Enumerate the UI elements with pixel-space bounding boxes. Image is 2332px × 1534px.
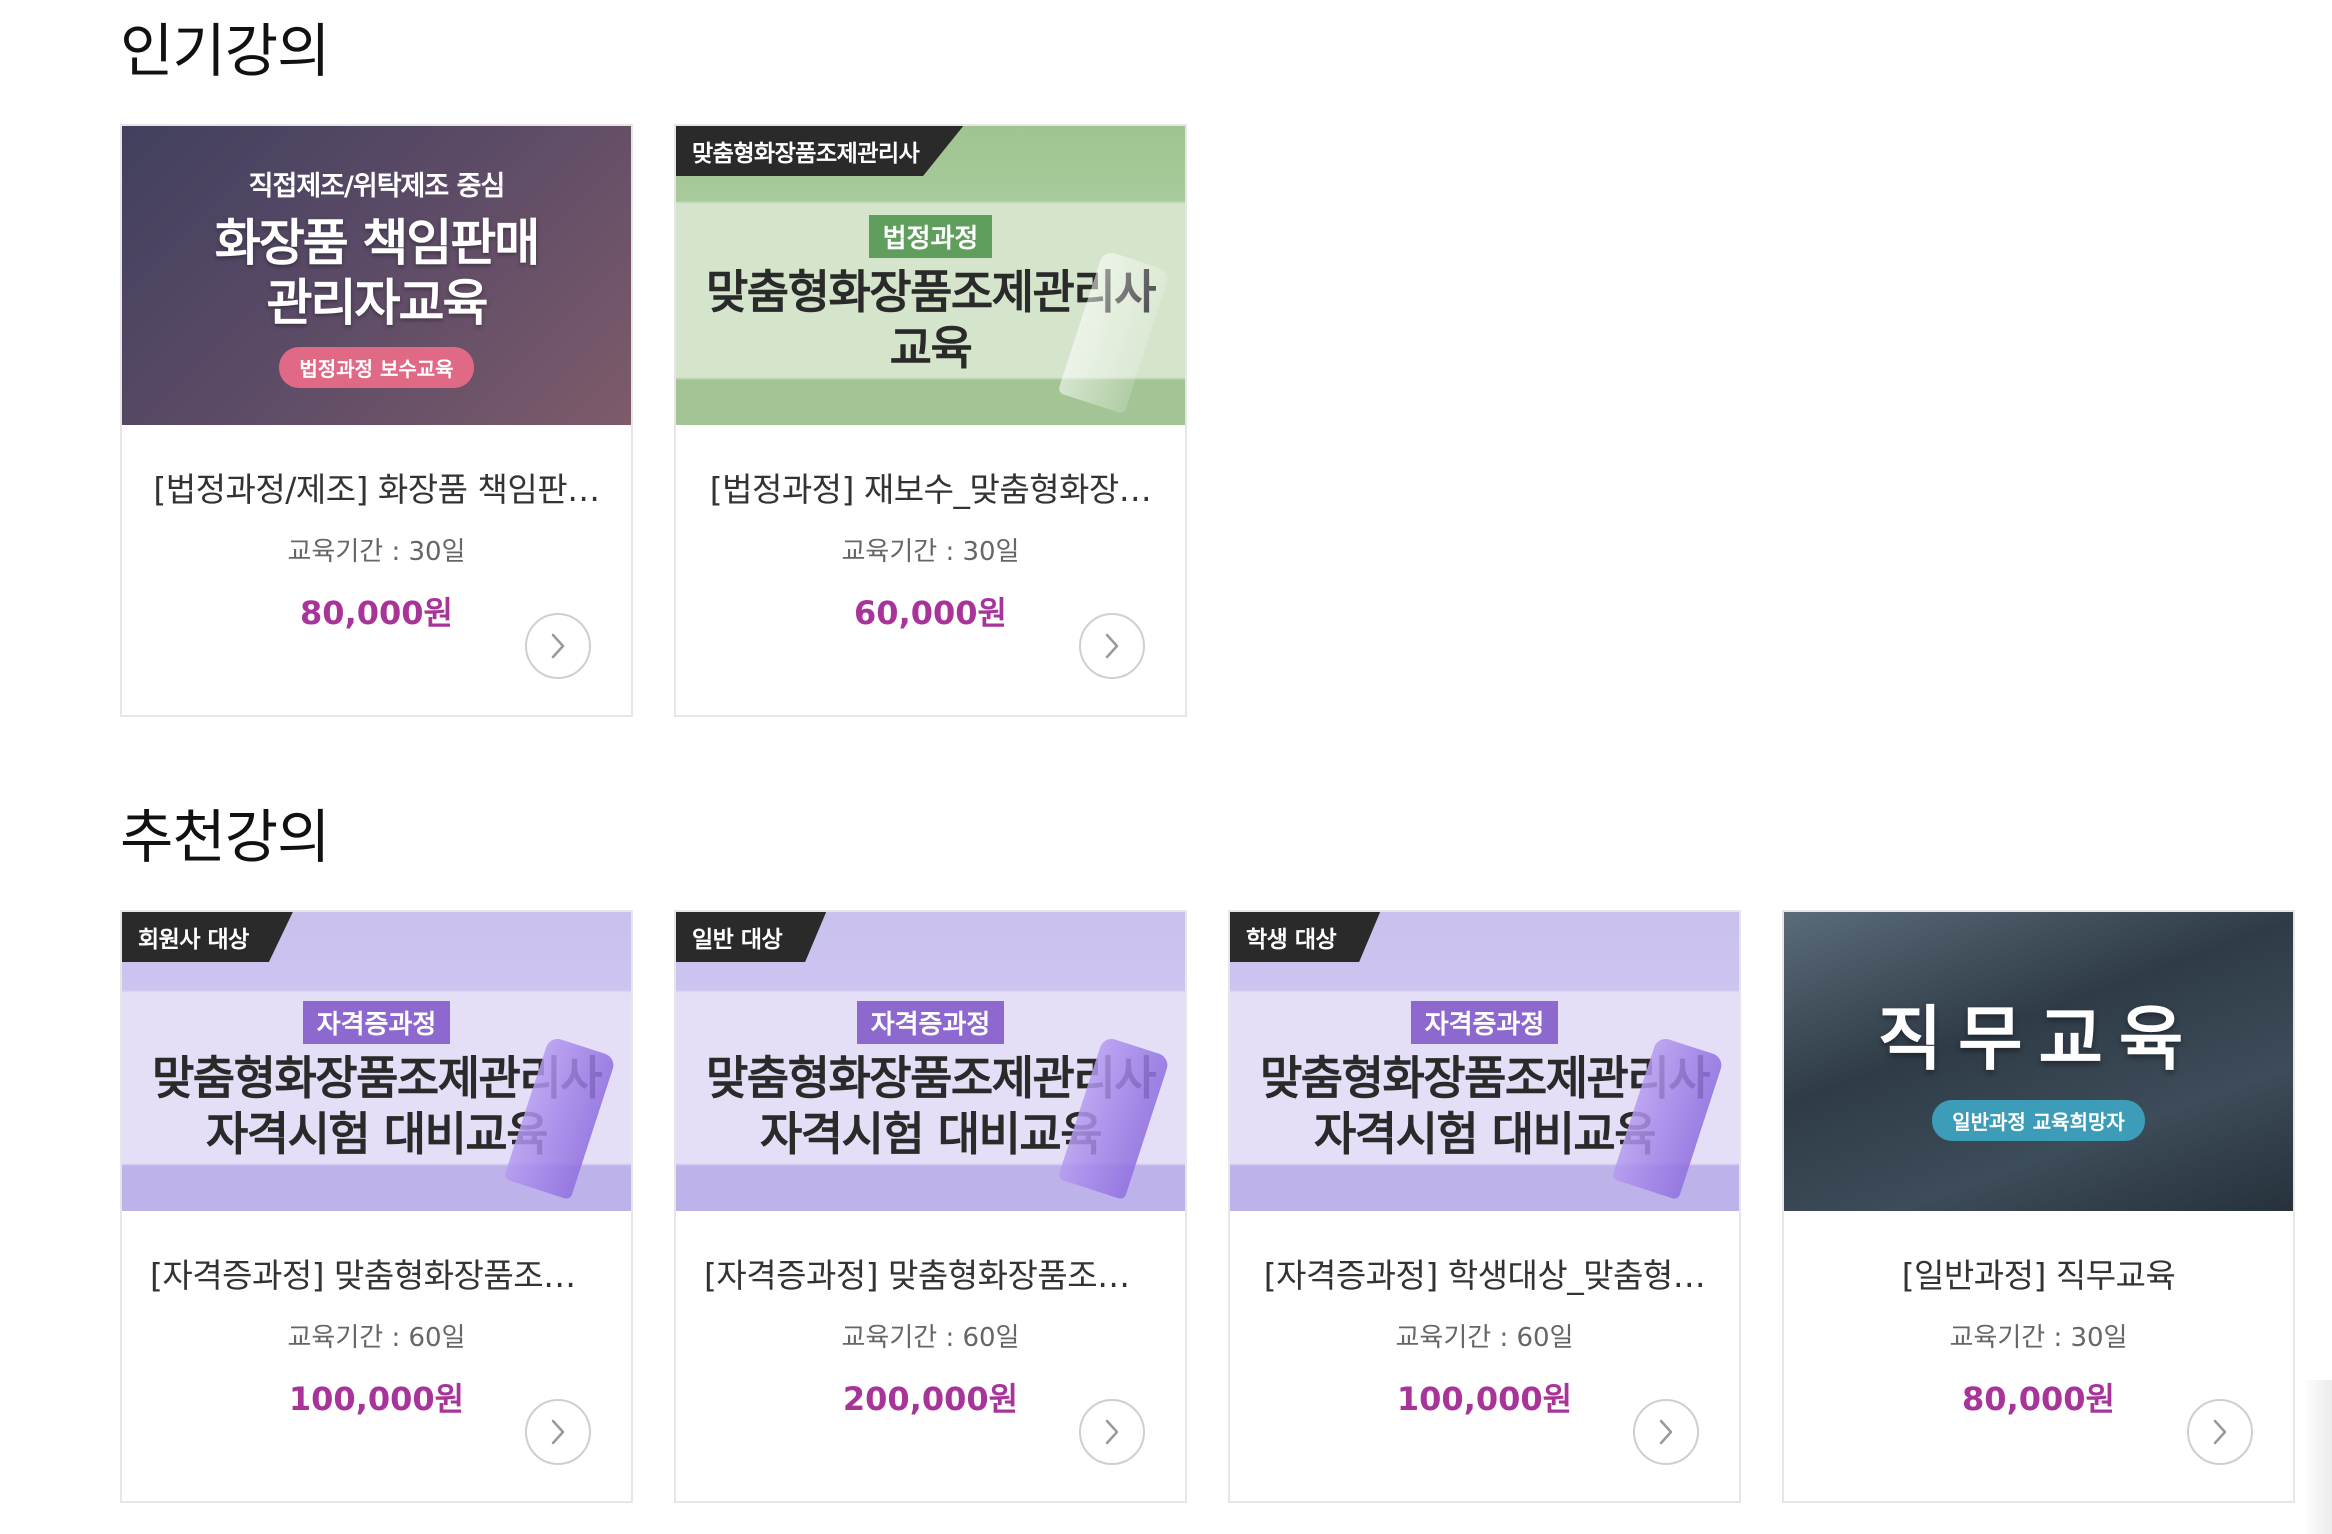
chevron-right-circle-icon (1105, 1419, 1119, 1445)
course-detail-button[interactable] (525, 613, 591, 679)
thumbnail-badge: 일반과정 교육희망자 (1932, 1099, 2145, 1141)
course-card[interactable]: 맞춤형화장품조제관리사 법정과정 맞춤형화장품조제관리사 교육 [법정과정] 재… (674, 124, 1187, 717)
section-title-recommended: 추천강의 (120, 803, 330, 871)
popular-course-grid: 직접제조/위탁제조 중심 화장품 책임판매 관리자교육 법정과정 보수교육 [법… (120, 124, 1187, 717)
course-card[interactable]: 직접제조/위탁제조 중심 화장품 책임판매 관리자교육 법정과정 보수교육 [법… (120, 124, 633, 717)
course-detail-button[interactable] (1079, 613, 1145, 679)
thumbnail-subtitle: 직접제조/위탁제조 중심 (248, 170, 506, 202)
course-detail-button[interactable] (1079, 1399, 1145, 1465)
chevron-right-circle-icon (1105, 633, 1119, 659)
course-detail-button[interactable] (525, 1399, 591, 1465)
chevron-right-circle-icon (551, 1419, 565, 1445)
course-period: 교육기간 : 60일 (841, 1323, 1020, 1353)
course-thumbnail[interactable]: 직접제조/위탁제조 중심 화장품 책임판매 관리자교육 법정과정 보수교육 (122, 126, 631, 425)
thumbnail-title-line1: 직무교육 (1877, 997, 2200, 1080)
thumbnail-title-line2: 자격시험 대비교육 (759, 1107, 1103, 1161)
course-thumbnail[interactable]: 직무교육 일반과정 교육희망자 (1784, 912, 2293, 1211)
thumbnail-title-line1: 화장품 책임판매 (214, 213, 540, 272)
scroll-edge-shadow (2302, 1380, 2332, 1534)
course-thumbnail[interactable]: 맞춤형화장품조제관리사 법정과정 맞춤형화장품조제관리사 교육 (676, 126, 1185, 425)
chevron-right-circle-icon (1659, 1419, 1673, 1445)
thumbnail-tag: 자격증과정 (1410, 1001, 1559, 1044)
course-thumbnail[interactable]: 학생 대상 자격증과정 맞춤형화장품조제관리사 자격시험 대비교육 (1230, 912, 1739, 1211)
thumbnail-corner-label: 회원사 대상 (122, 912, 293, 962)
course-thumbnail[interactable]: 일반 대상 자격증과정 맞춤형화장품조제관리사 자격시험 대비교육 (676, 912, 1185, 1211)
thumbnail-corner-label: 맞춤형화장품조제관리사 (676, 126, 964, 176)
course-period: 교육기간 : 30일 (287, 537, 466, 567)
course-title[interactable]: [자격증과정] 맞춤형화장품조제… (122, 1249, 631, 1297)
course-period: 교육기간 : 30일 (1949, 1323, 2128, 1353)
thumbnail-title-line2: 자격시험 대비교육 (205, 1107, 549, 1161)
thumbnail-tag: 법정과정 (868, 215, 993, 258)
course-period: 교육기간 : 60일 (1395, 1323, 1574, 1353)
course-period: 교육기간 : 60일 (287, 1323, 466, 1353)
recommended-course-grid: 회원사 대상 자격증과정 맞춤형화장품조제관리사 자격시험 대비교육 [자격증과… (120, 910, 2295, 1503)
course-title[interactable]: [자격증과정] 맞춤형화장품조제… (676, 1249, 1185, 1297)
thumbnail-corner-label: 일반 대상 (676, 912, 827, 962)
thumbnail-corner-label: 학생 대상 (1230, 912, 1381, 962)
course-card[interactable]: 일반 대상 자격증과정 맞춤형화장품조제관리사 자격시험 대비교육 [자격증과정… (674, 910, 1187, 1503)
chevron-right-circle-icon (551, 633, 565, 659)
thumbnail-title-line2: 자격시험 대비교육 (1313, 1107, 1657, 1161)
chevron-right-circle-icon (2213, 1419, 2227, 1445)
course-period: 교육기간 : 30일 (841, 537, 1020, 567)
thumbnail-title-line2: 관리자교육 (266, 273, 489, 332)
course-title[interactable]: [일반과정] 직무교육 (1784, 1249, 2293, 1297)
thumbnail-title-line2: 교육 (889, 321, 973, 375)
course-title[interactable]: [법정과정/제조] 화장품 책임판… (122, 463, 631, 511)
thumbnail-tag: 자격증과정 (302, 1001, 451, 1044)
course-thumbnail[interactable]: 회원사 대상 자격증과정 맞춤형화장품조제관리사 자격시험 대비교육 (122, 912, 631, 1211)
course-title[interactable]: [자격증과정] 학생대상_맞춤형… (1230, 1249, 1739, 1297)
course-title[interactable]: [법정과정] 재보수_맞춤형화장… (676, 463, 1185, 511)
course-detail-button[interactable] (1633, 1399, 1699, 1465)
course-detail-button[interactable] (2187, 1399, 2253, 1465)
course-card[interactable]: 회원사 대상 자격증과정 맞춤형화장품조제관리사 자격시험 대비교육 [자격증과… (120, 910, 633, 1503)
course-card[interactable]: 학생 대상 자격증과정 맞춤형화장품조제관리사 자격시험 대비교육 [자격증과정… (1228, 910, 1741, 1503)
thumbnail-badge: 법정과정 보수교육 (279, 346, 474, 388)
course-card[interactable]: 직무교육 일반과정 교육희망자 [일반과정] 직무교육 교육기간 : 30일 8… (1782, 910, 2295, 1503)
section-title-popular: 인기강의 (120, 17, 330, 85)
thumbnail-tag: 자격증과정 (856, 1001, 1005, 1044)
